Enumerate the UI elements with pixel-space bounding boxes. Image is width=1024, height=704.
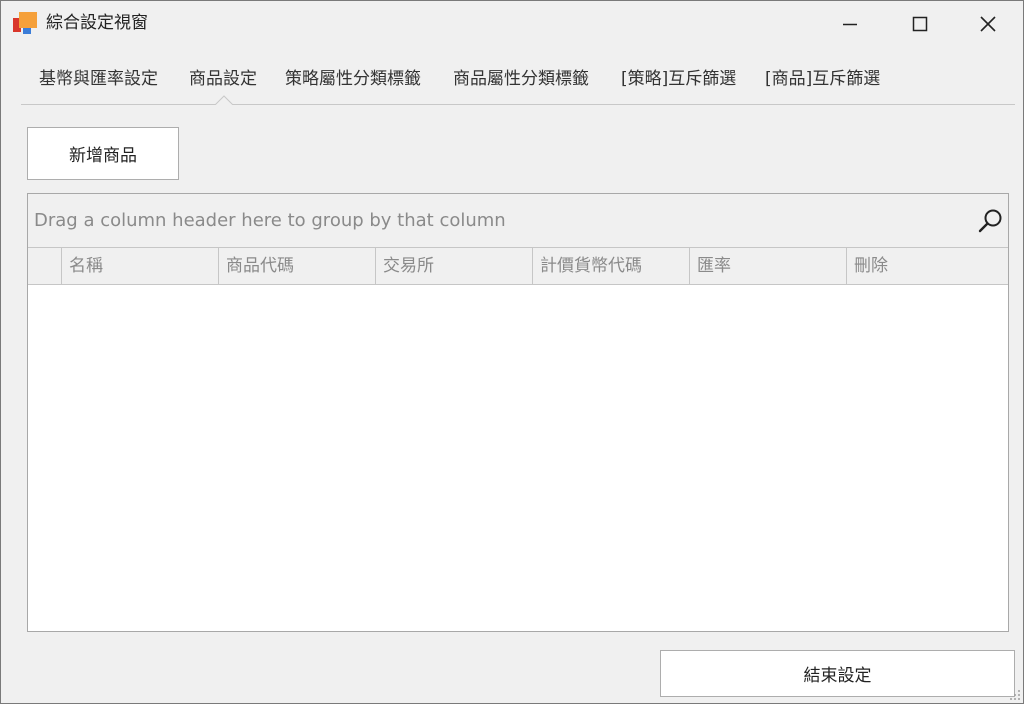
tab-product-attribute-tags[interactable]: 商品屬性分類標籤 bbox=[453, 67, 589, 91]
add-product-button[interactable]: 新增商品 bbox=[27, 127, 179, 180]
group-by-hint: Drag a column header here to group by th… bbox=[34, 210, 506, 231]
column-header-row: 名稱 商品代碼 交易所 計價貨幣代碼 匯率 刪除 bbox=[28, 248, 1008, 285]
maximize-icon bbox=[912, 16, 928, 32]
column-header-delete[interactable]: 刪除 bbox=[847, 248, 1008, 284]
tab-base-currency-rate[interactable]: 基幣與匯率設定 bbox=[39, 67, 158, 91]
maximize-button[interactable] bbox=[885, 1, 955, 47]
product-grid: Drag a column header here to group by th… bbox=[27, 193, 1009, 632]
column-header-name[interactable]: 名稱 bbox=[62, 248, 219, 284]
app-logo-icon bbox=[13, 12, 37, 36]
column-header-quote-currency-code[interactable]: 計價貨幣代碼 bbox=[533, 248, 690, 284]
tab-strategy-attribute-tags[interactable]: 策略屬性分類標籤 bbox=[285, 67, 421, 91]
column-header-exchange[interactable]: 交易所 bbox=[376, 248, 533, 284]
tab-strategy-exclusive-filter[interactable]: [策略]互斥篩選 bbox=[621, 67, 736, 91]
close-button[interactable] bbox=[953, 1, 1023, 47]
end-settings-button[interactable]: 結束設定 bbox=[660, 650, 1015, 697]
search-icon[interactable] bbox=[977, 207, 1005, 235]
grid-data-area[interactable] bbox=[28, 285, 1008, 631]
group-by-panel[interactable]: Drag a column header here to group by th… bbox=[28, 194, 1008, 248]
settings-window: 綜合設定視窗 基幣與匯率設定 商品設定 策略屬性分類標籤 商品屬性分類標籤 [策… bbox=[0, 0, 1024, 704]
resize-grip-icon[interactable] bbox=[1009, 689, 1021, 701]
minimize-button[interactable] bbox=[815, 1, 885, 47]
minimize-icon bbox=[843, 23, 857, 26]
title-bar: 綜合設定視窗 bbox=[1, 1, 1023, 47]
tab-product-settings[interactable]: 商品設定 bbox=[189, 67, 257, 91]
selected-tab-caret-icon bbox=[215, 95, 233, 105]
tab-strip: 基幣與匯率設定 商品設定 策略屬性分類標籤 商品屬性分類標籤 [策略]互斥篩選 … bbox=[21, 59, 1015, 105]
tab-product-exclusive-filter[interactable]: [商品]互斥篩選 bbox=[765, 67, 880, 91]
column-header-exchange-rate[interactable]: 匯率 bbox=[690, 248, 847, 284]
column-header-product-code[interactable]: 商品代碼 bbox=[219, 248, 376, 284]
window-title: 綜合設定視窗 bbox=[46, 13, 148, 33]
close-icon bbox=[980, 16, 996, 32]
row-indicator-header bbox=[28, 248, 62, 284]
